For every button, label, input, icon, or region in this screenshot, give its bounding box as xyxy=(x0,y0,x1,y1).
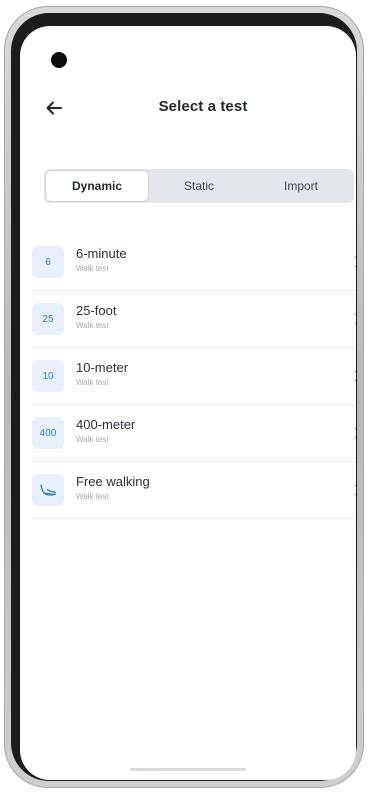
header: Select a test xyxy=(20,94,356,122)
front-camera xyxy=(51,52,67,68)
test-subtitle: Walk test xyxy=(76,492,109,501)
phone-frame: Select a test Dynamic Static Import 6 6-… xyxy=(4,6,364,788)
test-title: 400-meter xyxy=(76,417,136,432)
test-row-6-minute[interactable]: 6 6-minute Walk test xyxy=(32,234,356,291)
page-title: Select a test xyxy=(158,98,248,115)
segment-static[interactable]: Static xyxy=(148,171,250,201)
test-title: Free walking xyxy=(76,474,150,489)
test-badge xyxy=(32,474,64,506)
test-subtitle: Walk test xyxy=(76,435,109,444)
chevron-right-icon xyxy=(354,256,356,268)
test-badge: 400 xyxy=(32,417,64,449)
test-subtitle: Walk test xyxy=(76,378,109,387)
segment-import[interactable]: Import xyxy=(250,171,352,201)
screen: Select a test Dynamic Static Import 6 6-… xyxy=(20,26,356,780)
test-type-selector: Dynamic Static Import xyxy=(44,169,354,203)
chevron-right-icon xyxy=(354,484,356,496)
test-row-400-meter[interactable]: 400 400-meter Walk test xyxy=(32,405,356,462)
test-subtitle: Walk test xyxy=(76,321,109,330)
segment-dynamic[interactable]: Dynamic xyxy=(46,171,148,201)
walking-shoe-icon xyxy=(40,484,56,496)
chevron-right-icon xyxy=(354,427,356,439)
test-badge: 6 xyxy=(32,246,64,278)
test-list: 6 6-minute Walk test 25 25-foot Walk tes… xyxy=(32,234,356,519)
test-badge: 25 xyxy=(32,303,64,335)
test-title: 25-foot xyxy=(76,303,117,318)
arrow-left-icon xyxy=(46,101,62,115)
test-title: 6-minute xyxy=(76,246,127,261)
back-button[interactable] xyxy=(40,94,68,122)
test-row-free-walking[interactable]: Free walking Walk test xyxy=(32,462,356,519)
test-badge: 10 xyxy=(32,360,64,392)
test-row-10-meter[interactable]: 10 10-meter Walk test xyxy=(32,348,356,405)
test-title: 10-meter xyxy=(76,360,129,375)
chevron-right-icon xyxy=(354,370,356,382)
chevron-right-icon xyxy=(354,313,356,325)
test-subtitle: Walk test xyxy=(76,264,109,273)
home-indicator[interactable] xyxy=(130,768,246,771)
test-row-25-foot[interactable]: 25 25-foot Walk test xyxy=(32,291,356,348)
